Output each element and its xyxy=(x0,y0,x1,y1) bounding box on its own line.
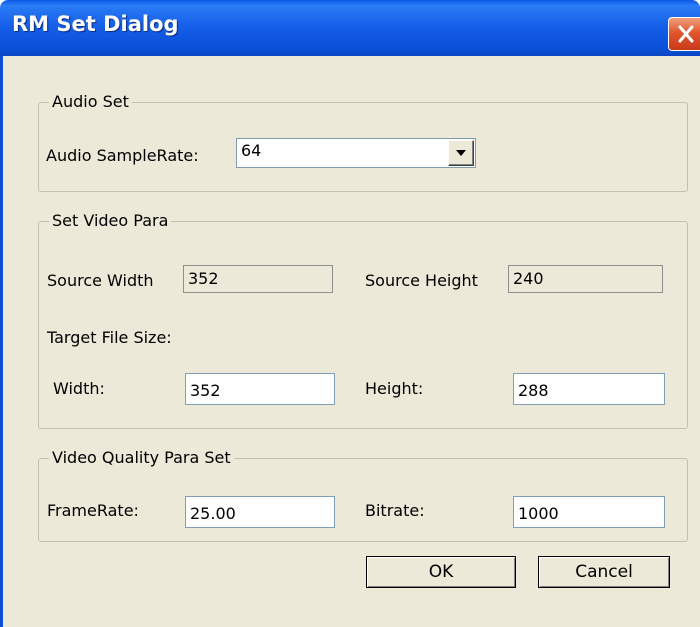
source-width-field: 352 xyxy=(183,265,333,293)
title-bar[interactable]: RM Set Dialog xyxy=(0,0,700,56)
ok-button[interactable]: OK xyxy=(366,556,516,588)
cancel-button[interactable]: Cancel xyxy=(538,556,670,588)
bitrate-label: Bitrate: xyxy=(365,501,425,520)
chevron-down-icon xyxy=(456,150,466,156)
video-para-legend: Set Video Para xyxy=(49,211,172,231)
close-icon xyxy=(678,25,694,43)
dialog-body: Audio Set Audio SampleRate: 64 Set Video… xyxy=(0,56,700,627)
source-height-label: Source Height xyxy=(365,271,478,290)
bitrate-input[interactable]: 1000 xyxy=(513,496,665,528)
window-title: RM Set Dialog xyxy=(12,12,179,36)
target-file-size-label: Target File Size: xyxy=(47,328,172,347)
source-width-label: Source Width xyxy=(47,271,154,290)
audio-set-legend: Audio Set xyxy=(49,92,132,112)
target-height-input[interactable]: 288 xyxy=(513,373,665,405)
source-height-field: 240 xyxy=(508,265,663,293)
audio-samplerate-label: Audio SampleRate: xyxy=(46,146,199,165)
dropdown-button[interactable] xyxy=(448,140,474,166)
target-width-label: Width: xyxy=(53,379,105,398)
target-width-input[interactable]: 352 xyxy=(185,373,335,405)
framerate-input[interactable]: 25.00 xyxy=(185,496,335,528)
target-height-label: Height: xyxy=(365,379,424,398)
audio-samplerate-select[interactable]: 64 xyxy=(236,138,476,168)
audio-samplerate-value: 64 xyxy=(241,141,262,160)
video-quality-legend: Video Quality Para Set xyxy=(49,448,234,468)
close-button[interactable] xyxy=(668,17,700,51)
framerate-label: FrameRate: xyxy=(47,501,139,520)
